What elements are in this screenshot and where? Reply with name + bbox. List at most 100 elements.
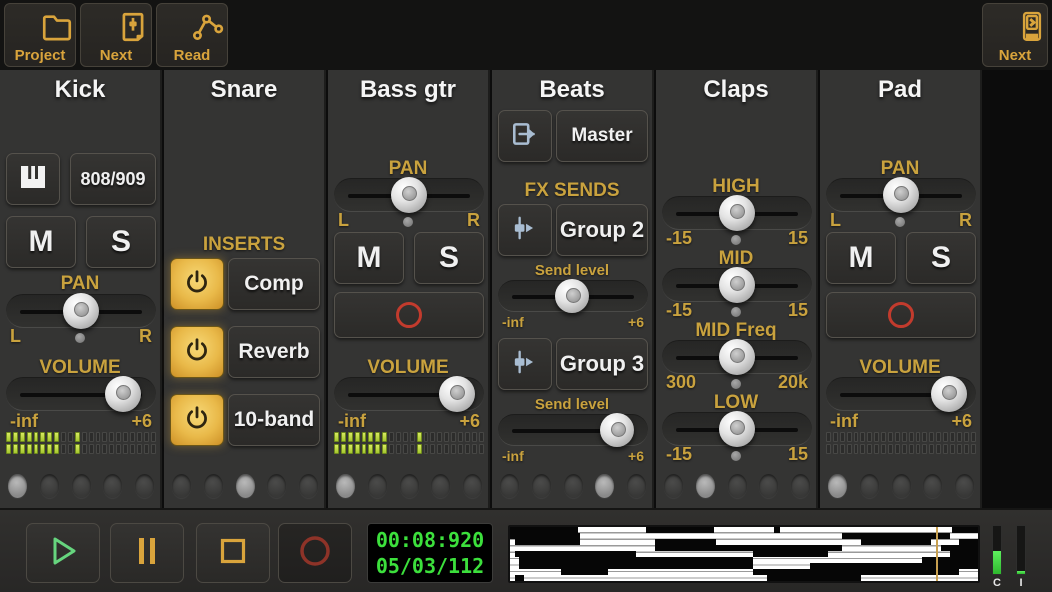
pan-knob[interactable] (391, 177, 427, 213)
page-dot[interactable] (696, 474, 715, 498)
next-page-button[interactable]: Next (80, 3, 152, 67)
read-automation-button[interactable]: Read (156, 3, 228, 67)
send-route-button[interactable] (498, 204, 552, 256)
channel-strip-bass-gtr: Bass gtr PAN L R M S VOLUME -inf +6 (328, 70, 490, 508)
send-destination-button[interactable]: Group 3 (556, 338, 648, 390)
eq-high-knob[interactable] (719, 195, 755, 231)
send-destination-button[interactable]: Group 2 (556, 204, 648, 256)
pan-knob[interactable] (63, 293, 99, 329)
send-level-knob[interactable] (555, 279, 589, 313)
eq-low-knob[interactable] (719, 411, 755, 447)
eq-mid-slider[interactable] (662, 268, 812, 302)
insert-power-button[interactable] (170, 394, 224, 446)
solo-button[interactable]: S (906, 232, 976, 284)
page-dot[interactable] (595, 474, 614, 498)
power-icon (182, 335, 212, 370)
page-dot[interactable] (267, 474, 286, 498)
page-dot[interactable] (860, 474, 879, 498)
stop-button[interactable] (196, 523, 270, 583)
page-indicator[interactable] (336, 474, 482, 498)
mute-button[interactable]: M (334, 232, 404, 284)
volume-slider[interactable] (334, 377, 484, 411)
page-dot[interactable] (72, 474, 91, 498)
eq-low-slider[interactable] (662, 412, 812, 446)
page-dot[interactable] (463, 474, 482, 498)
volume-knob[interactable] (931, 376, 967, 412)
play-button[interactable] (26, 523, 100, 583)
mute-button[interactable]: M (6, 216, 76, 268)
page-dot[interactable] (892, 474, 911, 498)
page-dot[interactable] (299, 474, 318, 498)
page-dot[interactable] (400, 474, 419, 498)
pan-slider[interactable] (6, 294, 156, 328)
insert-name-button[interactable]: Comp (228, 258, 320, 310)
eq-max-label: 15 (788, 228, 808, 249)
power-icon (182, 267, 212, 302)
page-indicator[interactable] (664, 474, 810, 498)
page-dot[interactable] (236, 474, 255, 498)
pan-knob[interactable] (883, 177, 919, 213)
solo-button[interactable]: S (86, 216, 156, 268)
page-dot[interactable] (532, 474, 551, 498)
page-dot[interactable] (204, 474, 223, 498)
page-dot[interactable] (627, 474, 646, 498)
pan-left-label: L (830, 210, 841, 231)
volume-knob[interactable] (439, 376, 475, 412)
page-dot[interactable] (828, 474, 847, 498)
next-screen-button[interactable]: Next (982, 3, 1048, 67)
page-dot[interactable] (172, 474, 191, 498)
eq-midfreq-knob[interactable] (719, 339, 755, 375)
volume-slider[interactable] (826, 377, 976, 411)
page-dot[interactable] (500, 474, 519, 498)
eq-max-label: 15 (788, 444, 808, 465)
insert-name-button[interactable]: Reverb (228, 326, 320, 378)
instrument-button[interactable] (6, 153, 60, 205)
channel-strip-kick: Kick 808/909 M S PAN L R VOLUME (0, 70, 162, 508)
page-dot[interactable] (368, 474, 387, 498)
page-indicator[interactable] (172, 474, 318, 498)
page-dot[interactable] (40, 474, 59, 498)
page-dot[interactable] (923, 474, 942, 498)
insert-power-button[interactable] (170, 258, 224, 310)
eq-midfreq-slider[interactable] (662, 340, 812, 374)
pan-slider[interactable] (826, 178, 976, 212)
page-dot[interactable] (791, 474, 810, 498)
record-arm-button[interactable] (334, 292, 484, 338)
send-level-slider[interactable] (498, 280, 648, 312)
page-dot[interactable] (564, 474, 583, 498)
mute-button[interactable]: M (826, 232, 896, 284)
send-level-slider[interactable] (498, 414, 648, 446)
page-dot[interactable] (336, 474, 355, 498)
eq-mid-knob[interactable] (719, 267, 755, 303)
insert-name-button[interactable]: 10-band (228, 394, 320, 446)
pause-button[interactable] (110, 523, 184, 583)
record-button[interactable] (278, 523, 352, 583)
page-dot[interactable] (664, 474, 683, 498)
volume-knob[interactable] (105, 376, 141, 412)
page-dot[interactable] (103, 474, 122, 498)
page-indicator[interactable] (8, 474, 154, 498)
channel-strip-snare: Snare INSERTS Comp Reverb (164, 70, 326, 508)
record-arm-button[interactable] (826, 292, 976, 338)
volume-slider[interactable] (6, 377, 156, 411)
send-level-knob[interactable] (600, 413, 634, 447)
page-dot[interactable] (728, 474, 747, 498)
project-button[interactable]: Project (4, 3, 76, 67)
page-indicator[interactable] (500, 474, 646, 498)
page-dot[interactable] (955, 474, 974, 498)
arrangement-overview[interactable] (508, 525, 980, 583)
eq-high-slider[interactable] (662, 196, 812, 230)
page-dot[interactable] (759, 474, 778, 498)
bars-beats-counter: 05/03/112 (376, 553, 484, 579)
pan-slider[interactable] (334, 178, 484, 212)
output-route-button[interactable] (498, 110, 552, 162)
instrument-preset-button[interactable]: 808/909 (70, 153, 156, 205)
page-dot[interactable] (8, 474, 27, 498)
page-indicator[interactable] (828, 474, 974, 498)
page-dot[interactable] (135, 474, 154, 498)
page-dot[interactable] (431, 474, 450, 498)
send-route-button[interactable] (498, 338, 552, 390)
insert-power-button[interactable] (170, 326, 224, 378)
solo-button[interactable]: S (414, 232, 484, 284)
output-destination-button[interactable]: Master (556, 110, 648, 162)
